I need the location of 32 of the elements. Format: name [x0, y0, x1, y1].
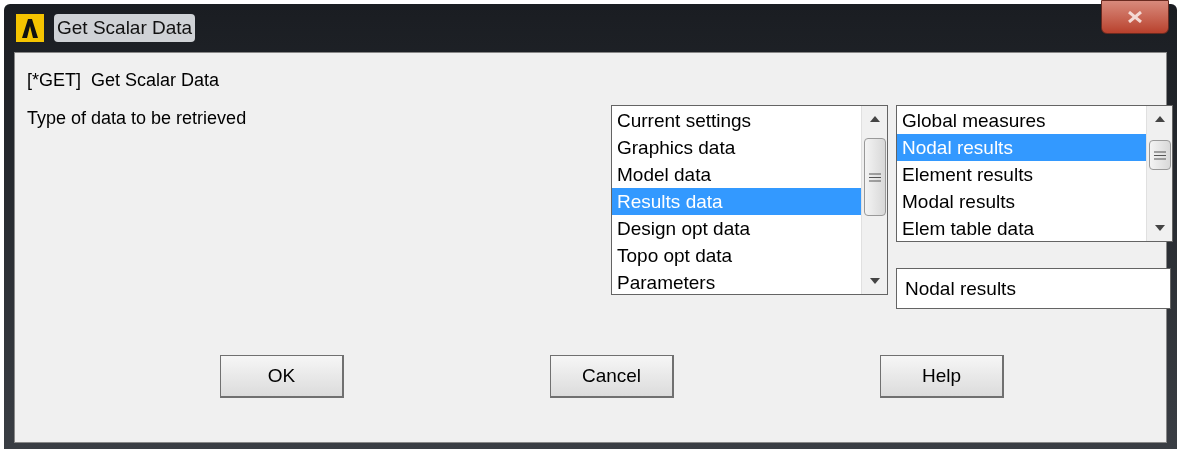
list-item[interactable]: Global measures	[897, 107, 1146, 134]
list-item[interactable]: Elem table data	[897, 215, 1146, 242]
list-item[interactable]: Graphics data	[612, 134, 861, 161]
scrollbar[interactable]	[1146, 106, 1172, 241]
category-list[interactable]: Current settings Graphics data Model data Results data Design opt data Topo opt data Parameters	[611, 105, 888, 295]
scroll-down-icon[interactable]	[870, 278, 880, 284]
list-item[interactable]: Parameters	[612, 269, 861, 296]
dialog-button[interactable]: Help	[880, 355, 1004, 398]
scroll-up-icon[interactable]	[870, 116, 880, 122]
window-title: Get Scalar Data	[54, 13, 196, 43]
close-icon	[1128, 11, 1142, 23]
scroll-thumb[interactable]	[864, 138, 886, 216]
scroll-down-icon[interactable]	[1155, 225, 1165, 231]
subcategory-list[interactable]: Global measures Nodal results Element results Modal results Elem table data	[896, 105, 1173, 242]
list-item[interactable]: Current settings	[612, 107, 861, 134]
list-item[interactable]: Topo opt data	[612, 242, 861, 269]
dialog-button[interactable]: Cancel	[550, 355, 674, 398]
scrollbar[interactable]	[861, 106, 887, 294]
command-label: [*GET] Get Scalar Data	[27, 69, 220, 92]
dialog-button[interactable]: OK	[220, 355, 344, 398]
app-logo-icon	[16, 14, 44, 42]
list-item[interactable]: Element results	[897, 161, 1146, 188]
scroll-up-icon[interactable]	[1155, 116, 1165, 122]
prompt-label: Type of data to be retrieved	[27, 107, 247, 130]
scroll-thumb[interactable]	[1149, 140, 1171, 170]
list-item[interactable]: Modal results	[897, 188, 1146, 215]
grip-icon	[1154, 150, 1166, 160]
list-item[interactable]: Design opt data	[612, 215, 861, 242]
selection-field[interactable]: Nodal results	[896, 268, 1171, 309]
close-button[interactable]	[1101, 0, 1169, 34]
grip-icon	[869, 172, 881, 182]
list-item[interactable]: Model data	[612, 161, 861, 188]
